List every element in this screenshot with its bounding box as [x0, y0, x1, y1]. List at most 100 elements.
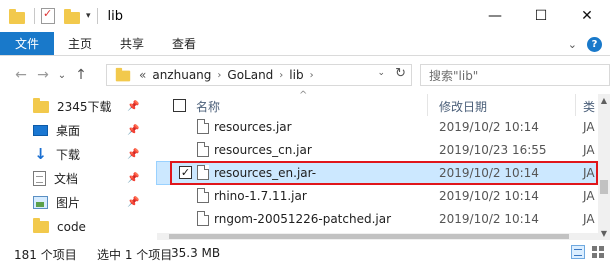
navigation-pane-scrollbar[interactable] [150, 94, 156, 240]
file-icon [197, 142, 209, 157]
sidebar-item-label: 图片 [56, 196, 81, 210]
file-type: JA [583, 120, 595, 134]
navigation-pane: 2345下载 📌 桌面 📌 ↓ 下载 📌 文档 📌 图片 📌 code [0, 94, 150, 240]
scroll-up-icon[interactable]: ▲ [598, 96, 610, 105]
file-type: JA [583, 189, 595, 203]
forward-arrow-icon[interactable]: → [32, 67, 54, 83]
close-button[interactable]: ✕ [564, 0, 610, 32]
highlight-annotation-box [170, 161, 598, 185]
tab-home[interactable]: 主页 [54, 32, 106, 55]
folder-icon [33, 217, 49, 233]
file-name: rhino-1.7.11.jar [214, 189, 307, 203]
document-icon [33, 171, 46, 186]
column-divider[interactable] [575, 94, 576, 116]
file-icon [197, 188, 209, 203]
tab-share[interactable]: 共享 [106, 32, 158, 55]
scrollbar-thumb[interactable] [600, 180, 608, 194]
file-name: resources.jar [214, 120, 292, 134]
breadcrumb-overflow[interactable]: « [139, 68, 146, 82]
desktop-icon [33, 125, 48, 136]
quick-access-divider [34, 8, 35, 24]
maximize-button[interactable]: ☐ [518, 0, 564, 32]
select-all-checkbox[interactable] [173, 99, 186, 112]
file-type: JA [583, 143, 595, 157]
sidebar-item-2345-downloads[interactable]: 2345下载 📌 [0, 94, 150, 119]
file-row[interactable]: rhino-1.7.11.jar 2019/10/2 10:14 JA [157, 185, 597, 207]
pin-icon[interactable]: 📌 [127, 149, 139, 160]
file-date-modified: 2019/10/2 10:14 [439, 189, 539, 203]
expand-ribbon-icon[interactable]: ⌄ [568, 38, 577, 51]
title-divider [96, 8, 98, 24]
minimize-button[interactable]: — [472, 0, 518, 32]
breadcrumb-separator[interactable]: › [217, 70, 221, 81]
horizontal-scrollbar-thumb[interactable] [169, 234, 569, 239]
pin-icon[interactable]: 📌 [127, 125, 139, 136]
ribbon-tabs: 文件 主页 共享 查看 ⌄ ? [0, 32, 610, 56]
selection-size: 35.3 MB [171, 246, 221, 260]
file-row[interactable]: resources.jar 2019/10/2 10:14 JA [157, 116, 597, 138]
sort-ascending-icon: ^ [299, 90, 308, 101]
column-header-date-modified[interactable]: 修改日期 [439, 98, 487, 115]
sidebar-item-documents[interactable]: 文档 📌 [0, 166, 150, 191]
address-dropdown-icon[interactable]: ⌄ [377, 68, 385, 78]
back-arrow-icon[interactable]: ← [10, 67, 32, 83]
file-icon [197, 119, 209, 134]
window-title: lib [107, 8, 124, 24]
up-arrow-icon[interactable]: ↑ [70, 67, 92, 83]
pin-icon[interactable]: 📌 [127, 197, 139, 208]
folder-icon [9, 8, 25, 24]
title-bar: ▾ lib — ☐ ✕ [0, 0, 610, 32]
column-divider[interactable] [427, 94, 428, 116]
file-date-modified: 2019/10/23 16:55 [439, 143, 547, 157]
sidebar-item-label: 2345下载 [57, 100, 112, 114]
sidebar-item-pictures[interactable]: 图片 📌 [0, 190, 150, 215]
sidebar-item-label: 桌面 [56, 124, 81, 138]
sidebar-item-label: 文档 [54, 172, 79, 186]
sidebar-item-label: code [57, 219, 86, 234]
file-row[interactable]: resources_cn.jar 2019/10/23 16:55 JA [157, 139, 597, 161]
properties-icon[interactable] [41, 7, 55, 24]
search-input[interactable]: 搜索"lib" [420, 64, 610, 86]
large-icons-view-icon[interactable] [591, 245, 605, 259]
breadcrumb-goland[interactable]: GoLand [227, 68, 273, 82]
help-icon[interactable]: ? [587, 36, 602, 52]
folder-icon [33, 97, 49, 113]
refresh-icon[interactable]: ↻ [395, 66, 406, 81]
pin-icon[interactable]: 📌 [127, 101, 139, 112]
sidebar-item-downloads[interactable]: ↓ 下载 📌 [0, 142, 150, 167]
status-bar: 181 个项目 选中 1 个项目 35.3 MB [0, 240, 610, 265]
file-name: resources_cn.jar [214, 143, 312, 157]
navigation-bar: ← → ⌄ ↑ « anzhuang › GoLand › lib › ⌄ ↻ … [0, 56, 610, 94]
recent-locations-dropdown-icon[interactable]: ⌄ [54, 70, 70, 81]
file-date-modified: 2019/10/2 10:14 [439, 120, 539, 134]
scroll-down-icon[interactable]: ▼ [598, 229, 610, 238]
tab-file[interactable]: 文件 [0, 32, 55, 55]
item-count: 181 个项目 [14, 248, 77, 262]
sidebar-item-code[interactable]: code [0, 214, 150, 239]
horizontal-scrollbar[interactable] [157, 233, 598, 240]
breadcrumb-anzhuang[interactable]: anzhuang [152, 68, 211, 82]
address-bar[interactable]: « anzhuang › GoLand › lib › ⌄ ↻ [106, 64, 412, 86]
file-type: JA [583, 212, 595, 226]
column-header-name[interactable]: 名称 [196, 98, 220, 115]
column-header-type[interactable]: 类 [583, 98, 595, 115]
ribbon-right-controls: ⌄ ? [568, 32, 602, 56]
vertical-scrollbar[interactable]: ▲ ▼ [598, 94, 610, 240]
download-icon: ↓ [34, 145, 47, 163]
details-view-icon[interactable] [571, 245, 585, 259]
new-folder-icon[interactable] [64, 8, 80, 24]
tab-view[interactable]: 查看 [158, 32, 210, 55]
file-row[interactable]: rngom-20051226-patched.jar 2019/10/2 10:… [157, 208, 597, 230]
pin-icon[interactable]: 📌 [127, 173, 139, 184]
quick-access-dropdown-icon[interactable]: ▾ [86, 11, 91, 21]
file-name: rngom-20051226-patched.jar [214, 212, 392, 226]
selection-count: 选中 1 个项目 [97, 248, 173, 262]
sidebar-item-desktop[interactable]: 桌面 📌 [0, 118, 150, 143]
breadcrumb-lib[interactable]: lib [289, 68, 303, 82]
sidebar-item-label: 下载 [56, 148, 81, 162]
address-folder-icon [115, 67, 131, 82]
pictures-icon [33, 196, 48, 209]
breadcrumb-separator[interactable]: › [310, 70, 314, 81]
breadcrumb-separator[interactable]: › [279, 70, 283, 81]
column-header-row: ^ 名称 修改日期 类 [157, 90, 597, 116]
